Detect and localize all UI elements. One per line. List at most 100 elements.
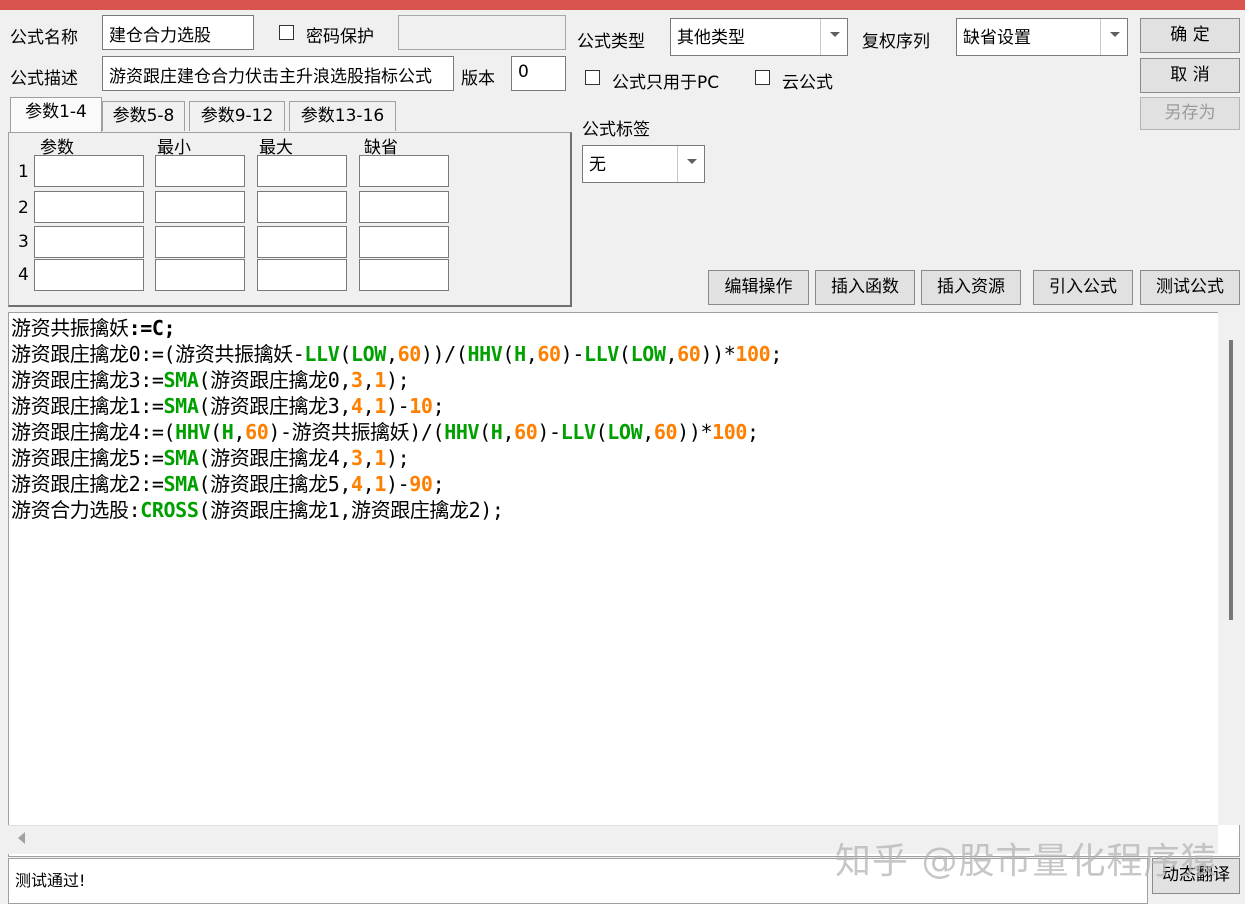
code-token: H (490, 420, 503, 444)
tab-params-13-16[interactable]: 参数13-16 (289, 101, 396, 131)
code-token: H (514, 342, 526, 366)
code-token: (游资跟庄擒龙3, (198, 394, 351, 418)
param-min-input[interactable] (155, 226, 245, 258)
code-token: ; (432, 472, 445, 496)
pc-only-label: 公式只用于PC (612, 73, 720, 93)
rights-select[interactable]: 缺省设置 (956, 18, 1128, 56)
edit-ops-button[interactable]: 编辑操作 (708, 270, 809, 305)
vertical-scrollbar-thumb[interactable] (1229, 340, 1233, 620)
param-default-input[interactable] (359, 259, 449, 291)
version-input[interactable]: 0 (511, 56, 566, 91)
formula-type-select[interactable]: 其他类型 (670, 18, 848, 56)
code-token: 60 (397, 342, 422, 366)
code-line[interactable]: 游资跟庄擒龙4:=(HHV(H,60)-游资共振擒妖)/(HHV(H,60)-L… (11, 419, 782, 445)
code-token: 1 (374, 394, 386, 418)
code-token: (游资跟庄擒龙0, (198, 368, 351, 392)
formula-name-input[interactable]: 建仓合力选股 (102, 15, 254, 50)
param-name-input[interactable] (34, 259, 144, 291)
status-text: 测试通过! (15, 871, 86, 890)
code-token: LOW (630, 342, 666, 366)
code-token: ))* (700, 342, 736, 366)
param-max-input[interactable] (257, 155, 347, 187)
chevron-down-icon[interactable] (1100, 19, 1127, 55)
scroll-left-icon[interactable] (18, 832, 25, 844)
param-max-input[interactable] (257, 226, 347, 258)
cancel-button[interactable]: 取 消 (1140, 58, 1240, 93)
param-default-input[interactable] (359, 155, 449, 187)
code-line[interactable]: 游资跟庄擒龙2:=SMA(游资跟庄擒龙5,4,1)-90; (11, 471, 782, 497)
param-default-input[interactable] (359, 191, 449, 223)
param-default-input[interactable] (359, 226, 449, 258)
cloud-formula-checkbox[interactable] (755, 70, 770, 85)
param-min-input[interactable] (155, 155, 245, 187)
password-protect-checkbox[interactable] (279, 25, 294, 40)
formula-type-label: 公式类型 (577, 32, 645, 52)
insert-resource-button[interactable]: 插入资源 (921, 270, 1021, 305)
save-as-button: 另存为 (1140, 97, 1240, 130)
tab-params-5-8[interactable]: 参数5-8 (102, 101, 185, 131)
param-name-input[interactable] (34, 191, 144, 223)
insert-function-button[interactable]: 插入函数 (815, 270, 915, 305)
formula-tag-select[interactable]: 无 (582, 145, 705, 183)
code-token: )- (537, 420, 561, 444)
cloud-formula-label: 云公式 (782, 73, 833, 93)
code-token: 游资跟庄擒龙4:=( (11, 420, 176, 444)
code-token: (游资跟庄擒龙1,游资跟庄擒龙2); (198, 498, 504, 522)
code-token: H (221, 420, 234, 444)
pc-only-checkbox[interactable] (585, 70, 600, 85)
param-min-input[interactable] (155, 259, 245, 291)
chevron-down-icon[interactable] (677, 146, 704, 182)
code-token: 3 (351, 368, 363, 392)
param-row-number: 2 (18, 198, 29, 218)
code-token: , (642, 420, 654, 444)
ok-button[interactable]: 确 定 (1140, 18, 1240, 53)
code-line[interactable]: 游资跟庄擒龙1:=SMA(游资跟庄擒龙3,4,1)-10; (11, 393, 782, 419)
param-row-number: 4 (18, 265, 29, 285)
import-formula-button[interactable]: 引入公式 (1033, 270, 1133, 305)
formula-name-label: 公式名称 (10, 28, 78, 48)
param-name-input[interactable] (34, 155, 144, 187)
code-token: ( (502, 342, 515, 366)
tab-params-9-12[interactable]: 参数9-12 (189, 101, 285, 131)
code-token: , (502, 420, 515, 444)
param-name-input[interactable] (34, 226, 144, 258)
code-token: ( (479, 420, 491, 444)
code-token: HHV (444, 420, 480, 444)
code-token: 60 (514, 420, 538, 444)
formula-desc-input[interactable]: 游资跟庄建仓合力伏击主升浪选股指标公式 (102, 56, 454, 91)
code-token: , (362, 472, 375, 496)
code-line[interactable]: 游资跟庄擒龙0:=(游资共振擒妖-LLV(LOW,60))/(HHV(H,60)… (11, 341, 782, 367)
formula-desc-label: 公式描述 (10, 69, 78, 89)
chevron-down-icon[interactable] (820, 19, 847, 55)
code-line[interactable]: 游资合力选股:CROSS(游资跟庄擒龙1,游资跟庄擒龙2); (11, 497, 782, 523)
code-token: 游资跟庄擒龙2:= (11, 472, 164, 496)
param-max-input[interactable] (257, 191, 347, 223)
code-line[interactable]: 游资跟庄擒龙3:=SMA(游资跟庄擒龙0,3,1); (11, 367, 782, 393)
code-token: 游资跟庄擒龙3:= (11, 368, 164, 392)
password-input (398, 15, 566, 50)
version-label: 版本 (461, 69, 495, 89)
code-token: 10 (409, 394, 433, 418)
code-token: ))/( (420, 342, 468, 366)
code-token: , (362, 368, 375, 392)
code-token: , (362, 446, 375, 470)
code-line[interactable]: 游资共振擒妖:=C; (11, 315, 782, 341)
formula-tag-label: 公式标签 (582, 120, 650, 140)
param-max-input[interactable] (257, 259, 347, 291)
code-token: , (525, 342, 538, 366)
code-token: (游资跟庄擒龙4, (198, 446, 351, 470)
code-token: , (233, 420, 246, 444)
code-token: (游资跟庄擒龙5, (198, 472, 351, 496)
code-token: HHV (175, 420, 211, 444)
test-formula-button[interactable]: 测试公式 (1140, 270, 1240, 305)
tab-params-1-4[interactable]: 参数1-4 (10, 97, 102, 133)
code-text[interactable]: 游资共振擒妖:=C; 游资跟庄擒龙0:=(游资共振擒妖-LLV(LOW,60))/… (11, 315, 782, 523)
code-line[interactable]: 游资跟庄擒龙5:=SMA(游资跟庄擒龙4,3,1); (11, 445, 782, 471)
code-token: 100 (735, 342, 771, 366)
rights-value: 缺省设置 (963, 28, 1031, 48)
rights-label: 复权序列 (862, 32, 930, 52)
code-token: LLV (560, 420, 596, 444)
code-token: SMA (163, 472, 199, 496)
code-editor[interactable]: 游资共振擒妖:=C; 游资跟庄擒龙0:=(游资共振擒妖-LLV(LOW,60))/… (8, 312, 1240, 857)
param-min-input[interactable] (155, 191, 245, 223)
